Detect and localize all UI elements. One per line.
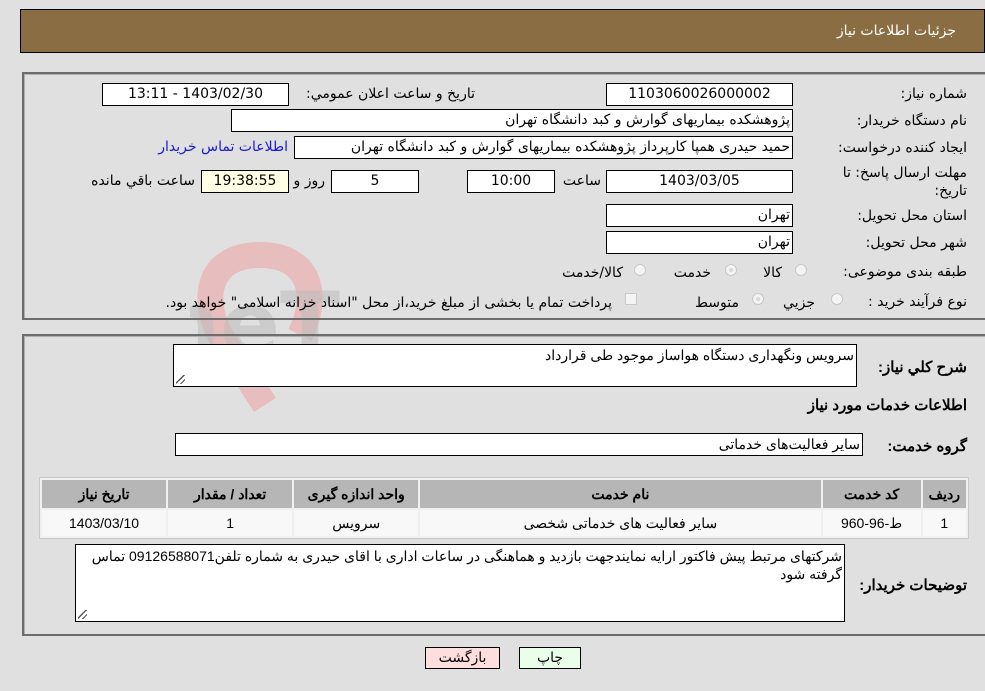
process-type-label: نوع فرآيند خريد : <box>868 294 967 310</box>
category-goods-radio[interactable] <box>795 264 807 276</box>
cell-unit: سرویس <box>294 510 419 536</box>
services-heading: اطلاعات خدمات مورد نياز <box>807 397 967 414</box>
page-title: جزئيات اطلاعات نياز <box>836 23 956 39</box>
process-minor-label: جزيي <box>783 295 815 311</box>
col-service-code: کد خدمت <box>822 480 921 508</box>
category-service-label: خدمت <box>673 265 711 281</box>
announce-date-field: 1403/02/30 - 13:11 <box>102 83 289 106</box>
summary-textarea[interactable]: سرویس ونگهداری دستگاه هواساز موجود طی قر… <box>173 344 857 387</box>
days-label: روز و <box>293 173 326 189</box>
cell-row-number: 1 <box>922 510 966 536</box>
cell-need-date: 1403/03/10 <box>42 510 167 536</box>
col-need-date: تاريخ نياز <box>42 480 167 508</box>
col-service-name: نام خدمت <box>420 480 821 508</box>
time-remaining-label: ساعت باقي مانده <box>91 173 195 189</box>
need-number-field: 1103060026000002 <box>606 83 793 106</box>
city-field: تهران <box>606 231 793 254</box>
days-remaining-field: 5 <box>331 170 419 193</box>
summary-label: شرح کلي نياز: <box>878 359 967 376</box>
treasury-checkbox[interactable] <box>625 293 637 305</box>
need-number-label: شماره نياز: <box>900 86 968 102</box>
announce-date-label: تاريخ و ساعت اعلان عمومي: <box>306 86 475 102</box>
process-medium-radio[interactable] <box>752 293 764 305</box>
table-header-row: رديف کد خدمت نام خدمت واحد اندازه گيری ت… <box>42 480 966 508</box>
creator-label: ايجاد کننده درخواست: <box>838 140 967 156</box>
service-group-field: سایر فعالیت‌های خدماتی <box>175 433 863 456</box>
buyer-org-label: نام دستگاه خريدار: <box>856 113 967 129</box>
cell-service-code: ط-96-960 <box>822 510 921 536</box>
category-label: طبقه بندی موضوعی: <box>843 264 967 280</box>
buyer-notes-label: توضيحات خريدار: <box>859 577 967 594</box>
city-label: شهر محل تحويل: <box>865 235 967 251</box>
service-group-label: گروه خدمت: <box>887 438 967 455</box>
creator-field: حمید حیدری همپا کارپرداز پژوهشکده بیماری… <box>294 136 793 159</box>
deadline-time-field: 10:00 <box>467 170 555 193</box>
deadline-label: مهلت ارسال پاسخ: تا تاريخ: <box>842 165 967 199</box>
col-unit: واحد اندازه گيری <box>294 480 419 508</box>
buyer-contact-link[interactable]: اطلاعات تماس خريدار <box>158 139 288 155</box>
buyer-notes-text: شرکتهای مرتبط پیش فاکتور ارایه نمایندجهت… <box>91 548 842 582</box>
deadline-time-label: ساعت <box>562 173 601 189</box>
cell-quantity: 1 <box>168 510 293 536</box>
resize-grip-icon[interactable] <box>176 375 185 384</box>
treasury-note: پرداخت تمام یا بخشی از مبلغ خرید،از محل … <box>165 295 612 311</box>
summary-text: سرویس ونگهداری دستگاه هواساز موجود طی قر… <box>545 347 854 363</box>
category-goods-service-label: کالا/خدمت <box>562 265 623 281</box>
col-quantity: تعداد / مقدار <box>168 480 293 508</box>
buyer-org-field: پژوهشکده بیماریهای گوارش و کبد دانشگاه ت… <box>231 109 793 132</box>
services-table: رديف کد خدمت نام خدمت واحد اندازه گيری ت… <box>39 477 969 539</box>
process-medium-label: متوسط <box>695 295 739 311</box>
category-goods-label: کالا <box>763 265 782 281</box>
table-row: 1 ط-96-960 سایر فعالیت های خدماتی شخصی س… <box>42 510 966 536</box>
deadline-date-field: 1403/03/05 <box>606 170 793 193</box>
resize-grip-icon[interactable] <box>78 610 87 619</box>
province-field: تهران <box>606 204 793 227</box>
back-button[interactable]: بازگشت <box>425 647 500 669</box>
print-button[interactable]: چاپ <box>519 647 581 669</box>
buyer-notes-textarea[interactable]: شرکتهای مرتبط پیش فاکتور ارایه نمایندجهت… <box>75 544 845 622</box>
category-service-radio[interactable] <box>725 264 737 276</box>
process-minor-radio[interactable] <box>831 293 843 305</box>
cell-service-name: سایر فعالیت های خدماتی شخصی <box>420 510 821 536</box>
page-header: جزئيات اطلاعات نياز <box>20 9 985 53</box>
province-label: استان محل تحويل: <box>857 208 967 224</box>
category-goods-service-radio[interactable] <box>634 264 646 276</box>
col-row-number: رديف <box>922 480 966 508</box>
time-remaining-field: 19:38:55 <box>201 170 289 193</box>
